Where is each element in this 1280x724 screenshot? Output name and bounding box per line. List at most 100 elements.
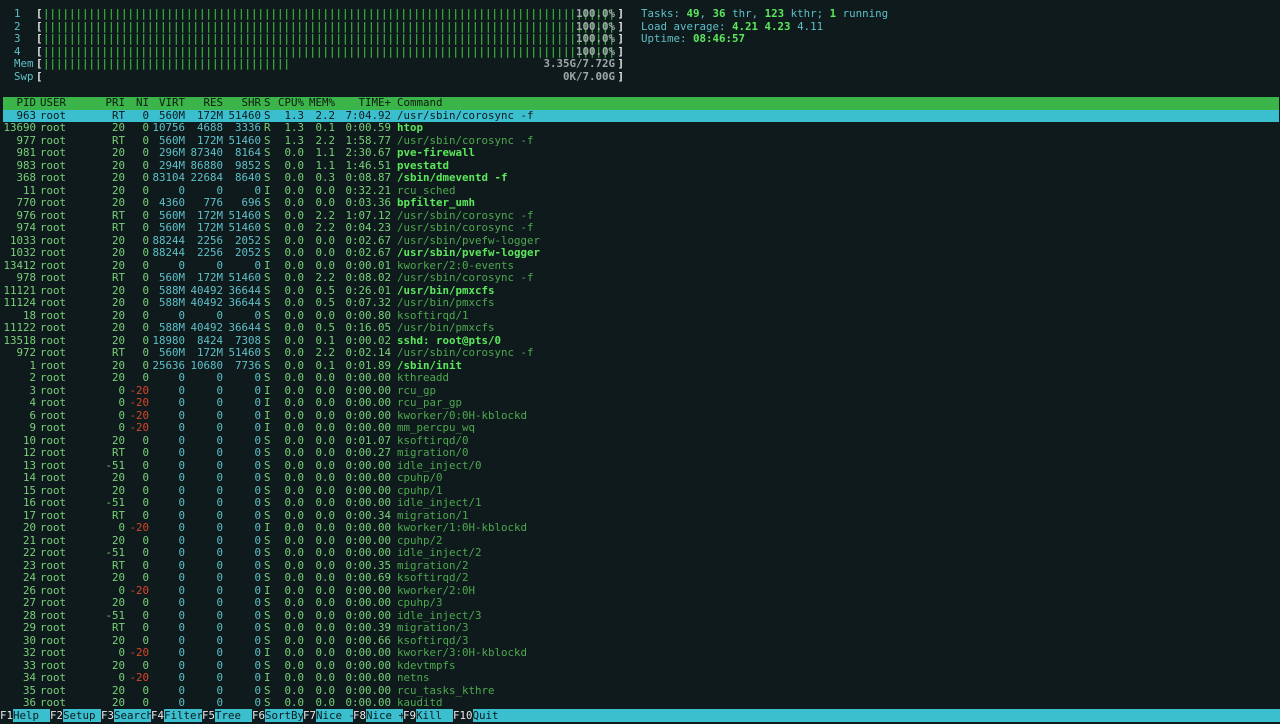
table-row[interactable]: 11122 root 20 0 588M 40492 36644 S 0.0 0.5 0:16.05… [3,321,1279,335]
table-row[interactable]: 11 root 20 0 0 0 0 I 0.0 0.0 0:32.21 rcu_sched [3,184,1279,198]
fkey-tree-button[interactable]: F5Tree [202,709,241,722]
table-row[interactable]: 978 root RT 0 560M 172M 51460 S 0.0 2.2 0:08.02/us… [3,271,1279,285]
process-table[interactable]: PID USER PRI NI VIRT RES SHR S CPU% MEM%… [3,96,1279,710]
column-header-virt[interactable]: VIRT [151,96,185,110]
table-row[interactable]: 13 root -51 0 0 0 0 S 0.0 0.0 0:00.00 idle_inject/0 [3,459,1279,473]
table-row[interactable]: 15 root 20 0 0 0 0 S 0.0 0.0 0:00.00 cpuhp/1 [3,484,1279,498]
shr-cell: 51460 [228,346,261,359]
table-row[interactable]: 9 root 0 -20 0 0 0 I 0.0 0.0 0:00.00 mm_percpu_wq [3,421,1279,435]
fkey-help-button[interactable]: F1Help [0,709,39,722]
shr-cell: 0 [254,696,261,709]
table-row[interactable]: 27 root 20 0 0 0 0 S 0.0 0.0 0:00.00 cpuhp/3 [3,596,1279,610]
table-row[interactable]: 20 root 0 -20 0 0 0 I 0.0 0.0 0:00.00 kworker/1:0H-… [3,521,1279,535]
command-cell: migration/3 [397,621,469,634]
table-row[interactable]: 13518 root 20 0 18980 8424 7308 S 0.0 0.1 0:00.02 s… [3,334,1279,348]
column-header-mem[interactable]: MEM% [307,96,335,110]
time-cell: 0:02.14 [345,346,391,359]
table-row[interactable]: 10 root 20 0 0 0 0 S 0.0 0.0 0:01.07 ksoftirqd/0 [3,434,1279,448]
table-row[interactable]: 17 root RT 0 0 0 0 S 0.0 0.0 0:00.34 migration/1 [3,509,1279,523]
table-row[interactable]: 16 root -51 0 0 0 0 S 0.0 0.0 0:00.00 idle_inject/1 [3,496,1279,510]
table-row[interactable]: 24 root 20 0 0 0 0 S 0.0 0.0 0:00.69 ksoftirqd/2 [3,571,1279,585]
column-header-state[interactable]: S [264,96,272,110]
pid-cell: 770 [16,196,36,209]
fkey-quit-button[interactable]: F10Quit [453,709,499,722]
table-row[interactable]: 28 root -51 0 0 0 0 S 0.0 0.0 0:00.00 idle_inject/3 [3,609,1279,623]
table-row[interactable]: 34 root 0 -20 0 0 0 I 0.0 0.0 0:00.00 netns [3,671,1279,685]
table-row[interactable]: 4 root 0 -20 0 0 0 I 0.0 0.0 0:00.00 rcu_par_gp [3,396,1279,410]
user-cell: root [40,446,67,459]
table-row[interactable]: 22 root -51 0 0 0 0 S 0.0 0.0 0:00.00 idle_inject/2 [3,546,1279,560]
column-header-res[interactable]: RES [187,96,223,110]
pri-cell: RT [111,621,125,634]
fkey-filter-button[interactable]: F4Filter [151,709,203,722]
pri-cell: 20 [111,571,125,584]
table-row[interactable]: 770 root 20 0 4360 776 696 S 0.0 0.0 0:03.36 bpfilt… [3,196,1279,210]
column-header-cpu[interactable]: CPU% [276,96,304,110]
fkey-kill-button[interactable]: F9Kill [403,709,442,722]
table-row[interactable]: 13412 root 20 0 0 0 0 I 0.0 0.0 0:00.01 kworker/2:0… [3,259,1279,273]
table-row[interactable]: 23 root RT 0 0 0 0 S 0.0 0.0 0:00.35 migration/2 [3,559,1279,573]
pri-cell: 20 [111,371,125,384]
table-row-selected[interactable]: 963 root RT 0 560M 172M 51460 S 1.3 2.2 7:04.92/us… [3,109,1279,122]
table-row[interactable]: 36 root 20 0 0 0 0 S 0.0 0.0 0:00.00 kauditd [3,696,1279,710]
meter-value: 0K/7.00G [562,69,615,83]
virt-cell: 296M [158,146,185,159]
time-cell: 0:00.00 [345,546,391,559]
fkey-nice-button[interactable]: F8Nice + [353,709,405,722]
pid-cell: 9 [29,421,36,434]
table-row[interactable]: 21 root 20 0 0 0 0 S 0.0 0.0 0:00.00 cpuhp/2 [3,534,1279,548]
table-row[interactable]: 972 root RT 0 560M 172M 51460 S 0.0 2.2 0:02.14/us… [3,346,1279,360]
fkey-nice-button[interactable]: F7Nice - [303,709,355,722]
table-row[interactable]: 30 root 20 0 0 0 0 S 0.0 0.0 0:00.66 ksoftirqd/3 [3,634,1279,648]
ni-cell: 0 [142,196,149,209]
table-row[interactable]: 14 root 20 0 0 0 0 S 0.0 0.0 0:00.00 cpuhp/0 [3,471,1279,485]
table-row[interactable]: 6 root 0 -20 0 0 0 I 0.0 0.0 0:00.00 kworker/0:0H-k… [3,409,1279,423]
state-cell: I [264,671,271,684]
column-header-user[interactable]: USER [40,96,100,110]
column-header-pid[interactable]: PID [3,96,36,110]
fkey-sortby-button[interactable]: F6SortBy [252,709,304,722]
virt-cell: 0 [178,546,185,559]
table-row[interactable]: 976 root RT 0 560M 172M 51460 S 0.0 2.2 1:07.12/us… [3,209,1279,223]
table-row[interactable]: 1033 root 20 0 88244 2256 2052 S 0.0 0.0 0:02.67/u… [3,234,1279,248]
table-row[interactable]: 32 root 0 -20 0 0 0 I 0.0 0.0 0:00.00 kworker/3:0H-… [3,646,1279,660]
mem-cell: 0.0 [315,496,335,509]
time-cell: 0:08.87 [345,171,391,184]
table-row[interactable]: 981 root 20 0 296M 87340 8164 S 0.0 1.1 2:30.67 pve… [3,146,1279,160]
table-row[interactable]: 3 root 0 -20 0 0 0 I 0.0 0.0 0:00.00 rcu_gp [3,384,1279,398]
table-row[interactable]: 1032 root 20 0 88244 2256 2052 S 0.0 0.0 0:02.67/u… [3,246,1279,260]
table-row[interactable]: 1 root 20 0 25636 10680 7736 S 0.0 0.1 0:01.89/sbi… [3,359,1279,373]
meter-bracket-close: ] [617,57,624,70]
column-header-command[interactable]: Command [397,96,443,110]
table-row[interactable]: 26 root 0 -20 0 0 0 I 0.0 0.0 0:00.00 kworker/2:0H [3,584,1279,598]
table-row[interactable]: 35 root 20 0 0 0 0 S 0.0 0.0 0:00.00 rcu_tasks_kthr… [3,684,1279,698]
fkey-setup-button[interactable]: F2Setup [50,709,96,722]
table-row[interactable]: 13690 root 20 0 10756 4688 3336 R 1.3 0.1 0:00.59 h… [3,121,1279,135]
fkey-label: Tree [215,709,242,722]
column-header-pri[interactable]: PRI [95,96,125,110]
table-row[interactable]: 29 root RT 0 0 0 0 S 0.0 0.0 0:00.39 migration/3 [3,621,1279,635]
column-header-shr[interactable]: SHR [225,96,261,110]
time-cell: 0:00.00 [345,646,391,659]
cpu-cell: 0.0 [284,221,304,234]
column-header-ni[interactable]: NI [127,96,149,110]
load-15min: 4.11 [797,19,824,33]
table-row[interactable]: 2 root 20 0 0 0 0 S 0.0 0.0 0:00.00 kthreadd [3,371,1279,385]
table-row[interactable]: 12 root RT 0 0 0 0 S 0.0 0.0 0:00.27 migration/0 [3,446,1279,460]
meter-bracket-open: [ [36,69,43,83]
table-row[interactable]: 974 root RT 0 560M 172M 51460 S 0.0 2.2 0:04.23/us… [3,221,1279,235]
virt-cell: 83104 [152,171,185,184]
command-cell: /sbin/dmeventd -f [397,171,508,184]
meter-value: 3.35G/7.72G [543,57,615,70]
res-cell: 0 [216,446,223,459]
ni-cell: 0 [142,546,149,559]
pid-cell: 11124 [3,296,36,309]
fkey-search-button[interactable]: F3Search [101,709,153,722]
virt-cell: 560M [158,221,185,234]
table-row[interactable]: 33 root 20 0 0 0 0 S 0.0 0.0 0:00.00 kdevtmpfs [3,659,1279,673]
table-row[interactable]: 11124 root 20 0 588M 40492 36644 S 0.0 0.5 0:07.32… [3,296,1279,310]
column-header-time[interactable]: TIME+ [337,96,391,110]
ni-cell: 0 [142,696,149,709]
ni-cell: -20 [129,521,149,534]
table-row[interactable]: 368 root 20 0 83104 22684 8640 S 0.0 0.3 0:08.87/s… [3,171,1279,185]
